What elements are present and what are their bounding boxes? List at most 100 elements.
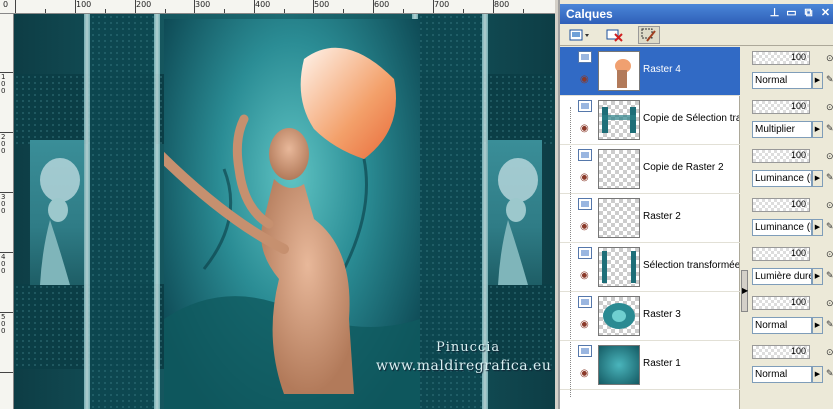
eye-icon[interactable]: ◉ — [580, 368, 589, 379]
ruler-tick: 400 — [1, 253, 6, 275]
eye-icon[interactable]: ◉ — [580, 74, 589, 85]
layer-raster-1[interactable]: ◉ Raster 1 — [560, 341, 740, 390]
vertical-ruler: 100 200 300 400 500 — [0, 14, 14, 409]
pin-icon[interactable]: ⊥ — [767, 6, 782, 21]
pen-icon[interactable]: ✎ — [826, 368, 833, 379]
opacity-value: 100 — [790, 199, 806, 209]
opacity-slider[interactable]: 100 — [752, 345, 810, 359]
close-icon[interactable]: ✕ — [818, 6, 833, 21]
restore-icon[interactable]: ⧉ — [801, 6, 816, 21]
blend-dropdown-arrow-icon[interactable]: ▶ — [812, 170, 823, 187]
eye-icon[interactable]: ◉ — [580, 270, 589, 281]
ruler-tick: 500 — [314, 0, 330, 9]
opacity-slider[interactable]: 100 — [752, 247, 810, 261]
blend-dropdown-arrow-icon[interactable]: ▶ — [812, 121, 823, 138]
layer-selection-transformee[interactable]: ◉ Sélection transformée — [560, 243, 740, 292]
minimize-icon[interactable]: ▭ — [784, 6, 799, 21]
ruler-tick: 300 — [195, 0, 211, 9]
layer-props-row: 100 ⊙ Normal ▶ ✎ — [748, 47, 833, 96]
layer-raster-4[interactable]: ◉ Raster 4 — [560, 47, 740, 96]
ruler-tick: 400 — [255, 0, 271, 9]
opacity-slider[interactable]: 100 — [752, 100, 810, 114]
layer-thumbnail — [598, 149, 640, 189]
blend-dropdown-arrow-icon[interactable]: ▶ — [812, 268, 823, 285]
layers-titlebar[interactable]: Calques ⊥ ▭ ⧉ ✕ — [560, 4, 833, 24]
pen-icon[interactable]: ✎ — [826, 319, 833, 330]
pen-icon[interactable]: ✎ — [826, 221, 833, 232]
ruler-tick: 0 — [3, 0, 9, 9]
blend-mode-select[interactable]: Luminance (H) — [752, 170, 812, 187]
layer-thumbnail — [598, 198, 640, 238]
image-canvas[interactable]: Pinuccia www.maldiregrafica.eu — [14, 14, 555, 409]
lock-icon[interactable]: ⊙ — [826, 347, 833, 358]
delete-layer-button[interactable] — [604, 26, 626, 44]
ruler-tick: 300 — [1, 193, 6, 215]
layer-raster-2[interactable]: ◉ Raster 2 — [560, 194, 740, 243]
ruler-tick: 500 — [1, 313, 6, 335]
layer-name: Sélection transformée — [643, 260, 739, 271]
blend-mode-select[interactable]: Lumière dure — [752, 268, 812, 285]
layer-thumbnail — [598, 100, 640, 140]
opacity-slider[interactable]: 100 — [752, 149, 810, 163]
side-thumbnail-right — [488, 140, 542, 285]
layer-thumbnail — [598, 51, 640, 91]
opacity-value: 100 — [790, 248, 806, 258]
layer-raster-3[interactable]: ◉ Raster 3 — [560, 292, 740, 341]
lock-icon[interactable]: ⊙ — [826, 249, 833, 260]
blend-mode-select[interactable]: Normal — [752, 366, 812, 383]
lock-icon[interactable]: ⊙ — [826, 298, 833, 309]
splitter-arrow-icon[interactable]: ▶ — [741, 270, 748, 312]
blend-dropdown-arrow-icon[interactable]: ▶ — [812, 219, 823, 236]
blend-dropdown-arrow-icon[interactable]: ▶ — [812, 317, 823, 334]
opacity-slider[interactable]: 100 — [752, 51, 810, 65]
blend-mode-select[interactable]: Multiplier — [752, 121, 812, 138]
ruler-tick: 200 — [136, 0, 152, 9]
lock-icon[interactable]: ⊙ — [826, 151, 833, 162]
palette-title: Calques — [566, 7, 613, 21]
lock-icon[interactable]: ⊙ — [826, 200, 833, 211]
blend-mode-select[interactable]: Normal — [752, 72, 812, 89]
ruler-tick: 100 — [76, 0, 92, 9]
delete-layer-icon — [606, 29, 623, 42]
lock-icon[interactable]: ⊙ — [826, 102, 833, 113]
eye-icon[interactable]: ◉ — [580, 123, 589, 134]
panel-splitter[interactable] — [741, 47, 746, 409]
opacity-slider[interactable]: 100 — [752, 198, 810, 212]
pen-icon[interactable]: ✎ — [826, 74, 833, 85]
blend-dropdown-arrow-icon[interactable]: ▶ — [812, 366, 823, 383]
eye-icon[interactable]: ◉ — [580, 221, 589, 232]
ruler-tick: 100 — [1, 73, 6, 95]
blend-dropdown-arrow-icon[interactable]: ▶ — [812, 72, 823, 89]
new-layer-button[interactable] — [566, 26, 594, 44]
eye-icon[interactable]: ◉ — [580, 172, 589, 183]
edit-button[interactable] — [638, 26, 660, 44]
pen-icon[interactable]: ✎ — [826, 123, 833, 134]
ruler-tick: 800 — [494, 0, 510, 9]
layer-name: Raster 4 — [643, 64, 681, 75]
lock-icon[interactable]: ⊙ — [826, 53, 833, 64]
ruler-tick: 200 — [1, 133, 6, 155]
layer-copie-raster-2[interactable]: ◉ Copie de Raster 2 — [560, 145, 740, 194]
layer-props-row: 100 ⊙ Multiplier ▶ ✎ — [748, 96, 833, 145]
opacity-value: 100 — [790, 101, 806, 111]
layer-group-icon — [578, 51, 592, 63]
layer-name: Copie de Raster 2 — [643, 162, 724, 173]
opacity-value: 100 — [790, 346, 806, 356]
horizontal-ruler: 0 100 200 300 400 500 600 700 800 — [0, 0, 555, 14]
blend-mode-select[interactable]: Luminance (H) — [752, 219, 812, 236]
pen-icon[interactable]: ✎ — [826, 270, 833, 281]
light-bar — [154, 14, 160, 409]
eye-icon[interactable]: ◉ — [580, 319, 589, 330]
blend-mode-select[interactable]: Normal — [752, 317, 812, 334]
app-window: 0 100 200 300 400 500 600 700 800 100 20… — [0, 0, 833, 409]
pen-icon[interactable]: ✎ — [826, 172, 833, 183]
layer-thumbnail — [598, 296, 640, 336]
layer-group-icon — [578, 296, 592, 308]
layer-name: Raster 1 — [643, 358, 681, 369]
layer-thumbnail — [598, 345, 640, 385]
watermark-name: Pinuccia — [436, 340, 501, 355]
layer-copie-selection[interactable]: ◉ Copie de Sélection tran — [560, 96, 740, 145]
layer-props-row: 100 ⊙ Luminance (H) ▶ ✎ — [748, 145, 833, 194]
opacity-slider[interactable]: 100 — [752, 296, 810, 310]
opacity-value: 100 — [790, 297, 806, 307]
